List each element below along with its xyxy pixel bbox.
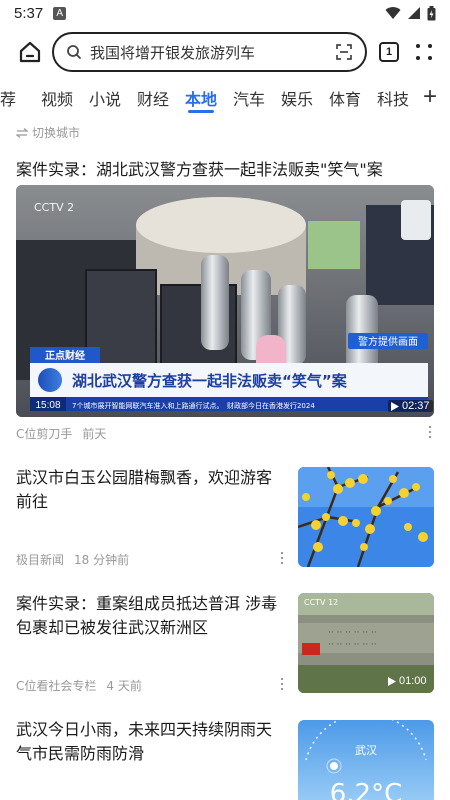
home-button[interactable] [16, 38, 44, 66]
featured-source: C位剪刀手 [16, 427, 73, 441]
notification-icon: A [53, 6, 67, 20]
tab-count-button[interactable]: 1 [379, 42, 399, 62]
search-bar[interactable]: 我国将增开银发旅游列车 [52, 32, 367, 72]
channel-logo: CCTV 2 [34, 201, 74, 214]
program-tag: 正点财经 [45, 349, 85, 362]
video-clock: 15:08 [35, 400, 60, 411]
tab-recommend[interactable]: 推荐 [0, 86, 16, 110]
swap-icon [16, 127, 28, 138]
add-channel-button[interactable]: + [410, 84, 450, 114]
news-source-2: C位看社会专栏 [16, 679, 97, 693]
featured-time: 前天 [82, 427, 107, 441]
switch-city-label: 切换城市 [32, 126, 81, 140]
weather-temp: 6.2°C [330, 779, 403, 800]
weather-city: 武汉 [355, 744, 377, 757]
featured-meta: C位剪刀手 前天 [16, 425, 106, 442]
news-time-2: 4 天前 [106, 679, 142, 693]
active-tab-indicator [188, 110, 214, 113]
news-duration-2: 01:00 [388, 675, 427, 687]
news-meta-2: C位看社会专栏 4 天前 [16, 677, 142, 694]
search-icon [67, 45, 81, 59]
status-time: 5:37 [14, 4, 44, 22]
tab-auto[interactable]: 汽车 [233, 86, 265, 110]
wifi-icon [385, 7, 401, 20]
tab-finance[interactable]: 财经 [137, 86, 169, 110]
featured-video-thumbnail[interactable]: CCTV 2 警方提供画面 正点财经 湖北武汉警方查获一起非法贩卖“笑气”案 1… [16, 185, 434, 417]
featured-more-icon[interactable] [428, 425, 432, 439]
video-headline: 湖北武汉警方查获一起非法贩卖“笑气”案 [72, 372, 348, 390]
more-menu-icon[interactable] [412, 40, 436, 64]
thumb-channel-logo: CCTV 12 [304, 598, 338, 607]
news-more-icon-1[interactable] [280, 551, 284, 565]
news-time-1: 18 分钟前 [74, 553, 130, 567]
tab-tech[interactable]: 科技 [377, 86, 409, 110]
play-icon [388, 676, 396, 686]
news-title-1[interactable]: 武汉市白玉公园腊梅飘香，欢迎游客前往 [16, 466, 278, 514]
scan-icon[interactable] [335, 43, 353, 61]
play-icon [391, 401, 399, 411]
search-query: 我国将增开银发旅游列车 [90, 43, 256, 62]
tab-video[interactable]: 视频 [41, 86, 73, 110]
news-title-3[interactable]: 武汉今日小雨，未来四天持续阴雨天气市民需防雨防滑 [16, 718, 278, 766]
tab-novel[interactable]: 小说 [89, 86, 121, 110]
channel-tabs: 推荐 视频 小说 财经 本地 汽车 娱乐 体育 科技 + [0, 84, 450, 114]
news-thumb-2[interactable]: ·· ·· ·· ·· ·· ·· ·· ·· ·· ·· ·· ·· CCTV… [298, 593, 434, 693]
news-thumb-1[interactable] [298, 467, 434, 567]
news-meta-1: 极目新闻 18 分钟前 [16, 551, 129, 568]
news-title-2[interactable]: 案件实录：重案组成员抵达普洱 涉毒包裹却已被发往武汉新洲区 [16, 592, 278, 640]
signal-icon [408, 7, 420, 19]
featured-scene: CCTV 2 警方提供画面 正点财经 湖北武汉警方查获一起非法贩卖“笑气”案 1… [16, 185, 434, 417]
tab-entertainment[interactable]: 娱乐 [281, 86, 313, 110]
status-bar: 5:37 A [0, 0, 450, 26]
video-duration: 02:37 [388, 400, 433, 412]
svg-text:·· ·· ·· ·· ·· ··: ·· ·· ·· ·· ·· ·· [328, 640, 377, 650]
news-more-icon-2[interactable] [280, 677, 284, 691]
svg-text:·· ·· ·· ·· ·· ··: ·· ·· ·· ·· ·· ·· [328, 628, 377, 638]
top-bar: 我国将增开银发旅游列车 1 [0, 30, 450, 74]
wintersweet-image [298, 467, 434, 567]
featured-title[interactable]: 案件实录：湖北武汉警方查获一起非法贩卖"笑气"案 [16, 156, 436, 180]
battery-icon [427, 5, 436, 20]
news-source-1: 极目新闻 [16, 553, 65, 567]
tab-local[interactable]: 本地 [185, 86, 217, 110]
news-thumb-3[interactable]: 武汉 6.2°C [298, 720, 434, 800]
status-icons [385, 5, 436, 21]
home-icon [19, 41, 41, 63]
tab-sports[interactable]: 体育 [329, 86, 361, 110]
weather-image: 武汉 6.2°C [298, 720, 434, 800]
switch-city-button[interactable]: 切换城市 [16, 124, 80, 141]
video-ticker: 7个城市展开智能网联汽车准入和上路通行试点。 财政部今日在香港发行2024 [72, 401, 315, 410]
source-tag: 警方提供画面 [358, 335, 418, 348]
